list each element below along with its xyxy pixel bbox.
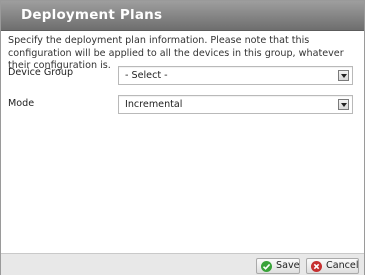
dialog-title: Deployment Plans xyxy=(21,7,163,23)
chevron-down-icon[interactable] xyxy=(338,70,349,81)
device-group-select-value: - Select - xyxy=(125,70,168,81)
x-circle-icon xyxy=(311,261,322,272)
mode-label: Mode xyxy=(8,98,35,109)
chevron-down-icon[interactable] xyxy=(338,99,349,110)
device-group-label: Device Group xyxy=(8,67,74,78)
save-button[interactable]: Save xyxy=(256,258,300,274)
deployment-plans-dialog: Deployment Plans Specify the deployment … xyxy=(0,0,365,275)
save-button-label: Save xyxy=(276,260,300,271)
check-circle-icon xyxy=(261,261,272,272)
cancel-button[interactable]: Cancel xyxy=(306,258,359,274)
dialog-titlebar[interactable]: Deployment Plans xyxy=(1,1,364,31)
mode-select-value: Incremental xyxy=(125,99,183,110)
device-group-select[interactable]: - Select - xyxy=(118,66,353,85)
cancel-button-label: Cancel xyxy=(326,260,359,271)
mode-select[interactable]: Incremental xyxy=(118,95,353,114)
dialog-footer: Save Cancel xyxy=(1,253,364,275)
